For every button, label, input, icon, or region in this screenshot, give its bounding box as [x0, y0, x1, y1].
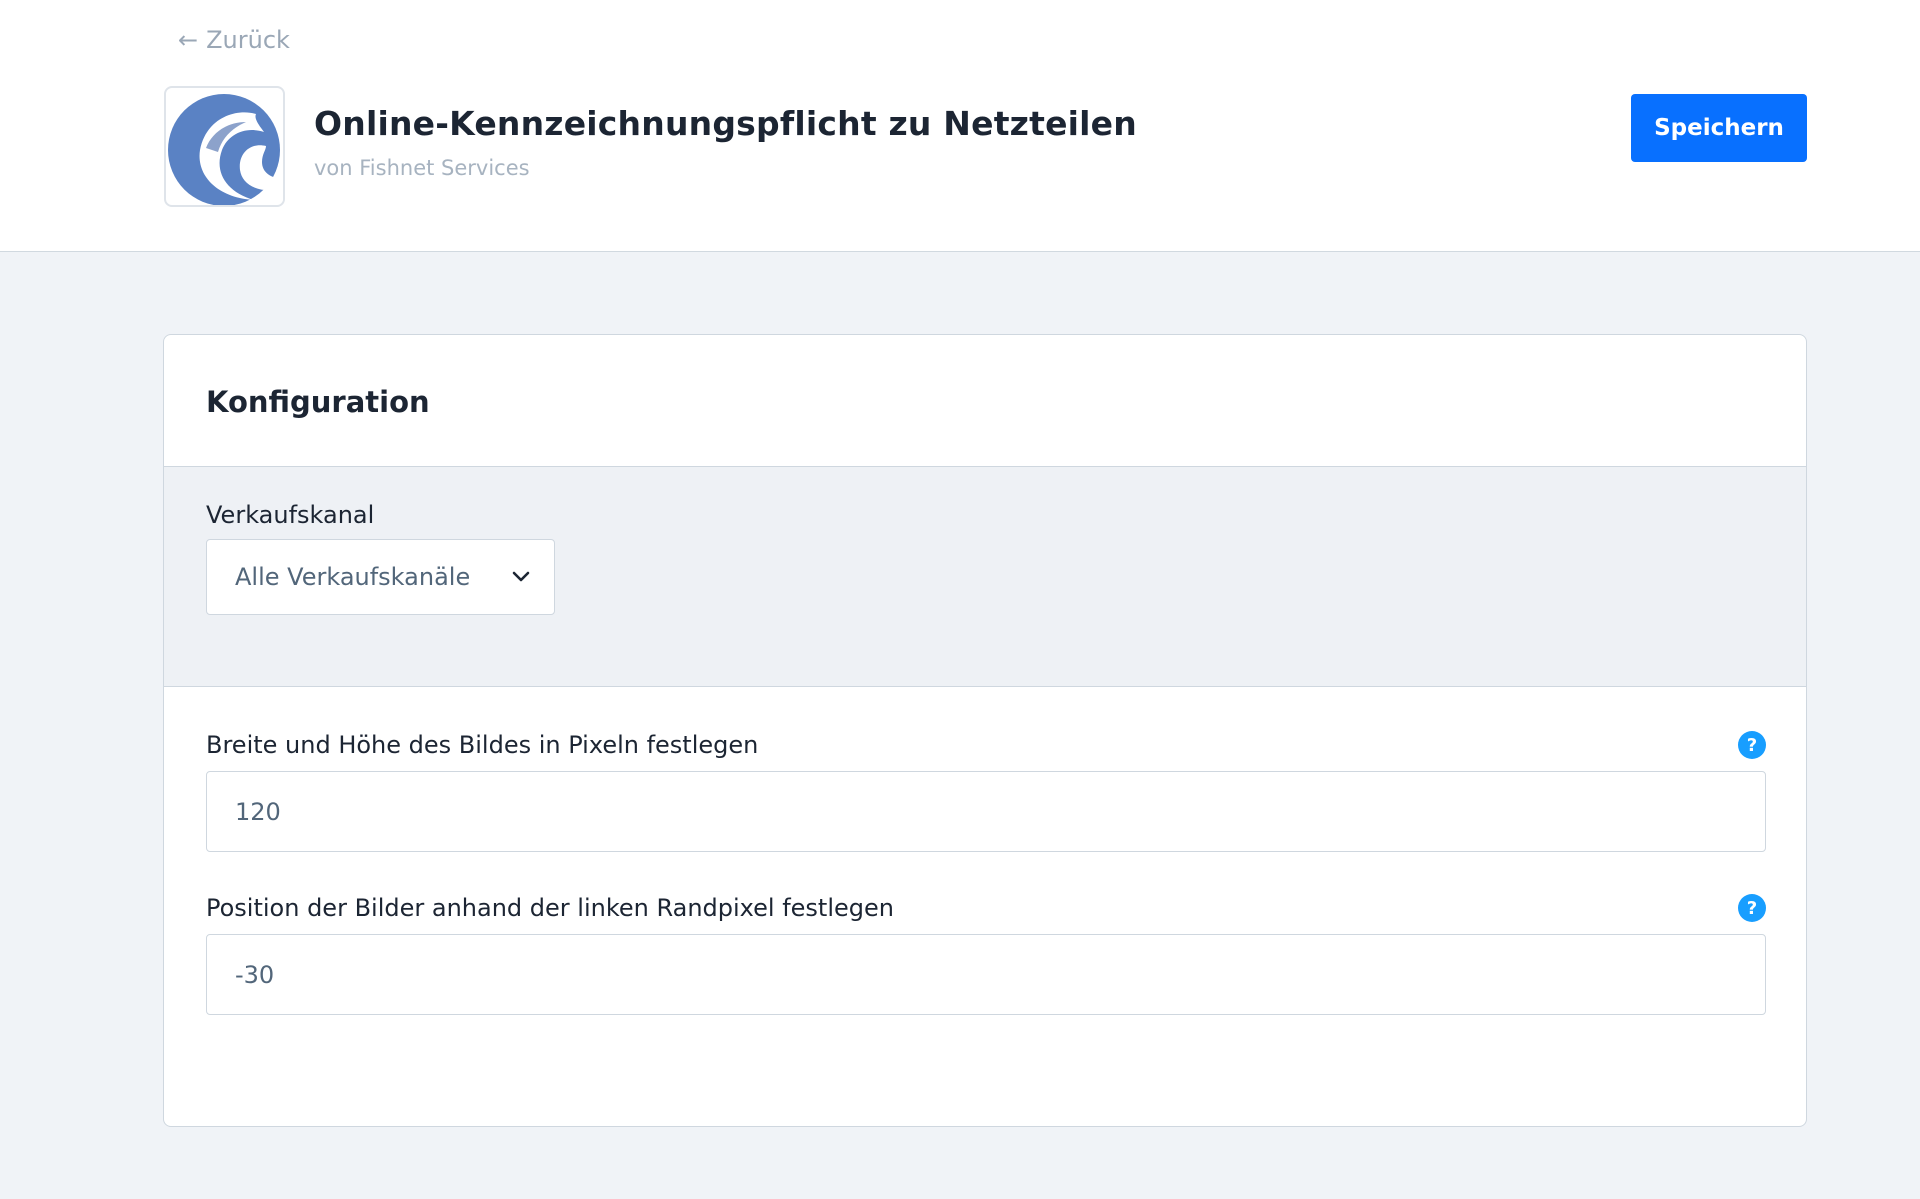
- config-fields: Breite und Höhe des Bildes in Pixeln fes…: [164, 687, 1806, 1015]
- app-vendor: von Fishnet Services: [314, 156, 530, 180]
- image-size-label: Breite und Höhe des Bildes in Pixeln fes…: [206, 731, 759, 759]
- help-icon[interactable]: ?: [1738, 894, 1766, 922]
- image-size-field: Breite und Höhe des Bildes in Pixeln fes…: [206, 729, 1766, 852]
- save-button[interactable]: Speichern: [1631, 94, 1807, 162]
- sales-channel-label: Verkaufskanal: [206, 501, 375, 529]
- image-position-field: Position der Bilder anhand der linken Ra…: [206, 892, 1766, 1015]
- image-position-label: Position der Bilder anhand der linken Ra…: [206, 894, 894, 922]
- image-size-input[interactable]: [206, 771, 1766, 852]
- app-title: Online-Kennzeichnungspflicht zu Netzteil…: [314, 104, 1137, 143]
- sales-channel-select[interactable]: Alle Verkaufskanäle: [206, 539, 555, 615]
- arrow-left-icon: ←: [178, 26, 199, 54]
- card-title: Konfiguration: [206, 385, 430, 419]
- back-link-label: Zurück: [206, 26, 290, 54]
- wave-logo-icon: [164, 86, 285, 207]
- sales-channel-value: Alle Verkaufskanäle: [235, 563, 471, 591]
- help-icon[interactable]: ?: [1738, 731, 1766, 759]
- card-header: Konfiguration: [164, 335, 1806, 467]
- app-header: ← Zurück Online-Kennzeichnungspflicht zu…: [0, 0, 1920, 252]
- sales-channel-section: Verkaufskanal Alle Verkaufskanäle: [164, 467, 1806, 687]
- image-position-input[interactable]: [206, 934, 1766, 1015]
- chevron-down-icon: [512, 568, 530, 587]
- configuration-card: Konfiguration Verkaufskanal Alle Verkauf…: [163, 334, 1807, 1127]
- back-link[interactable]: ← Zurück: [178, 26, 290, 54]
